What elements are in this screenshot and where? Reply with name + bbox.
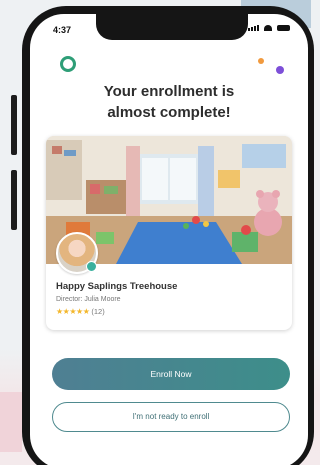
status-icons [248,25,290,31]
not-ready-button[interactable]: I'm not ready to enroll [52,402,290,432]
school-name: Happy Saplings Treehouse [56,281,178,292]
decorative-dot-orange [258,58,264,64]
star-rating-icon: ★★★★★ [56,307,90,316]
wifi-icon [264,25,272,31]
page-title: Your enrollment is almost complete! [30,81,308,123]
enroll-now-button[interactable]: Enroll Now [52,358,290,390]
battery-icon [277,25,290,31]
phone-side-button [11,95,17,155]
signal-icon [248,25,259,31]
phone-notch [96,14,248,40]
phone-side-button [11,170,17,230]
phone-screen: 4:37 Your enrollment is almost complete! [30,14,308,465]
director-name: Director: Julia Moore [56,296,121,303]
title-line-2: almost complete! [107,104,231,121]
rating: ★★★★★ (12) [56,307,105,316]
decorative-dot-purple [276,66,284,74]
background-pink-block [0,392,22,452]
status-time: 4:37 [53,25,72,35]
verified-badge-icon [86,261,97,272]
review-count: (12) [91,307,105,316]
title-line-1: Your enrollment is [103,83,235,100]
listing-card[interactable]: Happy Saplings Treehouse Director: Julia… [46,136,292,330]
ring-logo-icon [60,56,76,72]
